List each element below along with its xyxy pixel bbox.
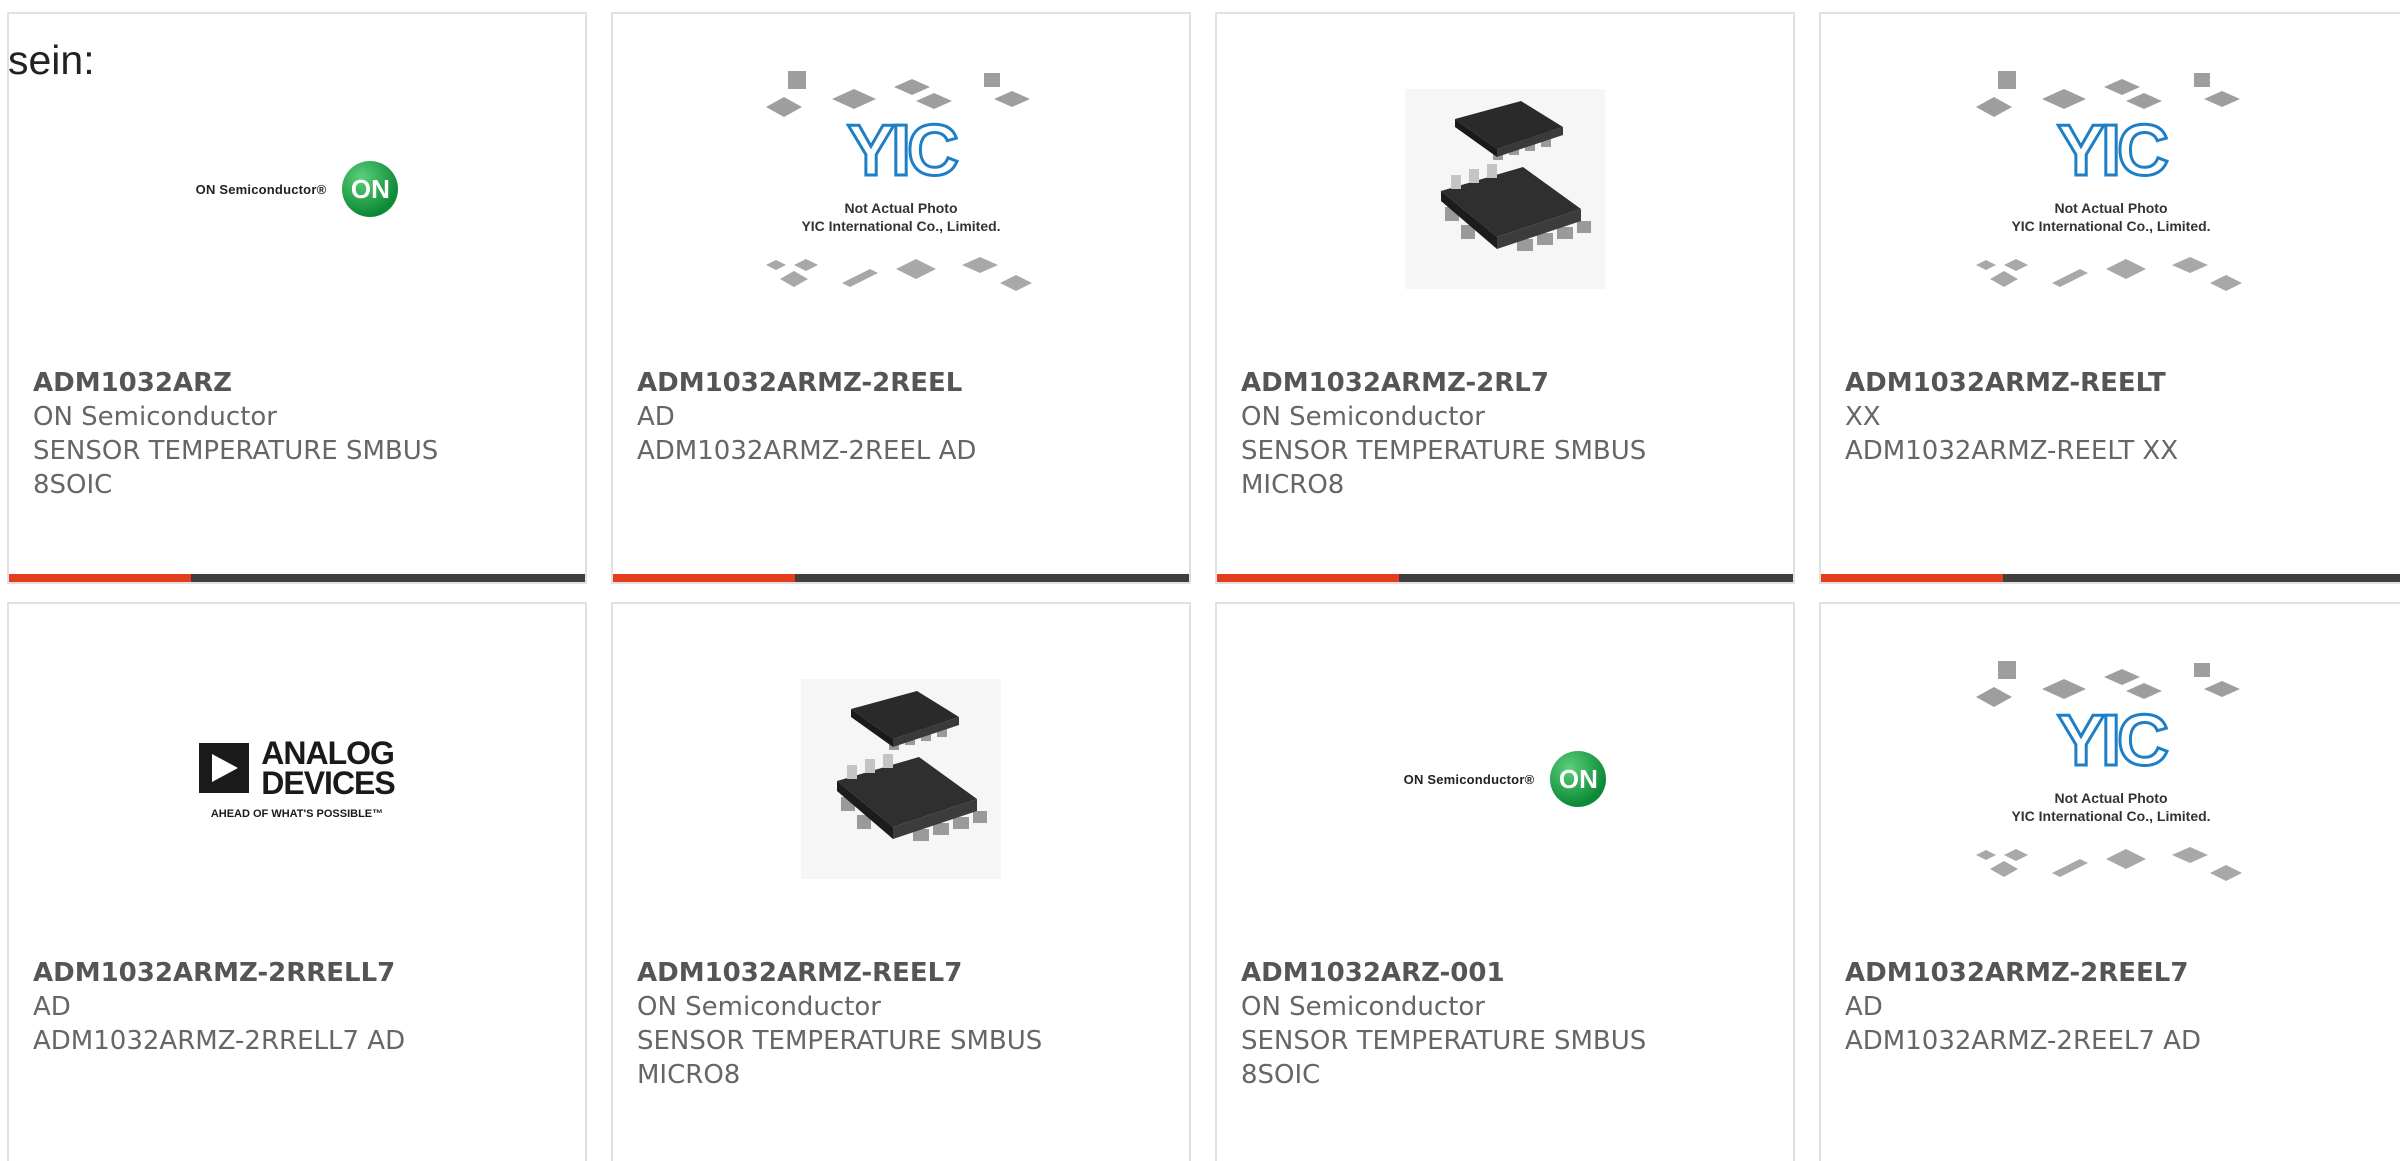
product-card[interactable]: YIC Not Actual Photo YIC International C… (1819, 12, 2400, 584)
card-accent-bar (9, 574, 585, 582)
product-card[interactable]: YIC Not Actual Photo YIC International C… (1819, 602, 2400, 1161)
part-number[interactable]: ADM1032ARMZ-2RL7 (1241, 366, 1777, 400)
description: ADM1032ARMZ-2REEL AD (637, 436, 977, 466)
description: SENSOR TEMPERATURE SMBUS 8SOIC (33, 436, 439, 500)
product-card[interactable]: ADM1032ARMZ-REEL7 ON Semiconductor SENSO… (611, 602, 1191, 1161)
yic-placeholder-image: YIC Not Actual Photo YIC International C… (1976, 69, 2246, 309)
part-number[interactable]: ADM1032ARMZ-2RRELL7 (33, 956, 569, 990)
product-image-analog-devices-logo[interactable]: ANALOG DEVICES AHEAD OF WHAT'S POSSIBLE™ (9, 654, 585, 904)
analog-devices-logo: ANALOG DEVICES AHEAD OF WHAT'S POSSIBLE™ (199, 735, 396, 820)
part-number[interactable]: ADM1032ARMZ-REELT (1845, 366, 2385, 400)
yic-caption-line2: YIC International Co., Limited. (2011, 808, 2211, 824)
yic-brand: YIC (2055, 701, 2170, 781)
part-number[interactable]: ADM1032ARMZ-2REEL7 (1845, 956, 2385, 990)
product-card[interactable]: ON Semiconductor® ON ADM1032ARZ-001 ON S… (1215, 602, 1795, 1161)
manufacturer: ON Semiconductor (637, 992, 881, 1022)
part-number[interactable]: ADM1032ARMZ-REEL7 (637, 956, 1173, 990)
product-image-on-semiconductor-logo[interactable]: ON Semiconductor® ON (1217, 654, 1793, 904)
product-image-micro8-chip[interactable] (613, 654, 1189, 904)
adi-line1: ANALOG (261, 735, 395, 771)
card-accent-bar (1821, 574, 2400, 582)
description: ADM1032ARMZ-2RRELL7 AD (33, 1026, 406, 1056)
on-logo-mark: ON (1550, 751, 1607, 807)
on-logo-mark: ON (342, 161, 399, 217)
card-accent-bar (1217, 574, 1793, 582)
part-number[interactable]: ADM1032ARMZ-2REEL (637, 366, 1173, 400)
manufacturer: XX (1845, 402, 1881, 432)
micro8-chip-icon (1405, 89, 1605, 289)
manufacturer: AD (1845, 992, 1883, 1022)
adi-triangle-icon (199, 743, 250, 793)
intro-text: sein: (8, 37, 95, 83)
product-card[interactable]: ANALOG DEVICES AHEAD OF WHAT'S POSSIBLE™… (7, 602, 587, 1161)
manufacturer: ON Semiconductor (33, 402, 277, 432)
yic-caption-line2: YIC International Co., Limited. (2011, 218, 2211, 234)
card-accent-bar (613, 574, 1189, 582)
part-number[interactable]: ADM1032ARZ-001 (1241, 956, 1777, 990)
yic-brand: YIC (845, 111, 960, 191)
manufacturer: ON Semiconductor (1241, 402, 1485, 432)
yic-brand: YIC (2055, 111, 2170, 191)
product-card[interactable]: YIC Not Actual Photo YIC International C… (611, 12, 1191, 584)
yic-caption-line1: Not Actual Photo (2054, 200, 2168, 216)
adi-tagline: AHEAD OF WHAT'S POSSIBLE™ (210, 808, 384, 820)
description: SENSOR TEMPERATURE SMBUS MICRO8 (637, 1026, 1043, 1090)
description: SENSOR TEMPERATURE SMBUS 8SOIC (1241, 1026, 1647, 1090)
yic-placeholder-image: YIC Not Actual Photo YIC International C… (766, 69, 1036, 309)
description: ADM1032ARMZ-2REEL7 AD (1845, 1026, 2201, 1056)
description: SENSOR TEMPERATURE SMBUS MICRO8 (1241, 436, 1647, 500)
yic-caption-line1: Not Actual Photo (844, 200, 958, 216)
description: ADM1032ARMZ-REELT XX (1845, 436, 2179, 466)
on-logo-text: ON Semiconductor® (1403, 771, 1535, 787)
product-image-yic-placeholder[interactable]: YIC Not Actual Photo YIC International C… (613, 64, 1189, 314)
yic-placeholder-image: YIC Not Actual Photo YIC International C… (1976, 659, 2246, 899)
on-logo-text: ON Semiconductor® (195, 181, 327, 197)
micro8-chip-icon (801, 679, 1001, 879)
yic-caption-line2: YIC International Co., Limited. (801, 218, 1001, 234)
product-image-micro8-chip[interactable] (1217, 64, 1793, 314)
product-image-yic-placeholder[interactable]: YIC Not Actual Photo YIC International C… (1821, 64, 2400, 314)
product-image-on-semiconductor-logo[interactable]: ON Semiconductor® ON (9, 64, 585, 314)
manufacturer: AD (637, 402, 675, 432)
yic-caption-line1: Not Actual Photo (2054, 790, 2168, 806)
manufacturer: AD (33, 992, 71, 1022)
product-card[interactable]: ADM1032ARMZ-2RL7 ON Semiconductor SENSOR… (1215, 12, 1795, 584)
part-number[interactable]: ADM1032ARZ (33, 366, 569, 400)
manufacturer: ON Semiconductor (1241, 992, 1485, 1022)
on-semiconductor-logo: ON Semiconductor® ON (1404, 751, 1607, 807)
product-card[interactable]: ON Semiconductor® ON ADM1032ARZ ON Semic… (7, 12, 587, 584)
on-semiconductor-logo: ON Semiconductor® ON (196, 161, 399, 217)
product-image-yic-placeholder[interactable]: YIC Not Actual Photo YIC International C… (1821, 654, 2400, 904)
adi-line2: DEVICES (261, 765, 395, 801)
